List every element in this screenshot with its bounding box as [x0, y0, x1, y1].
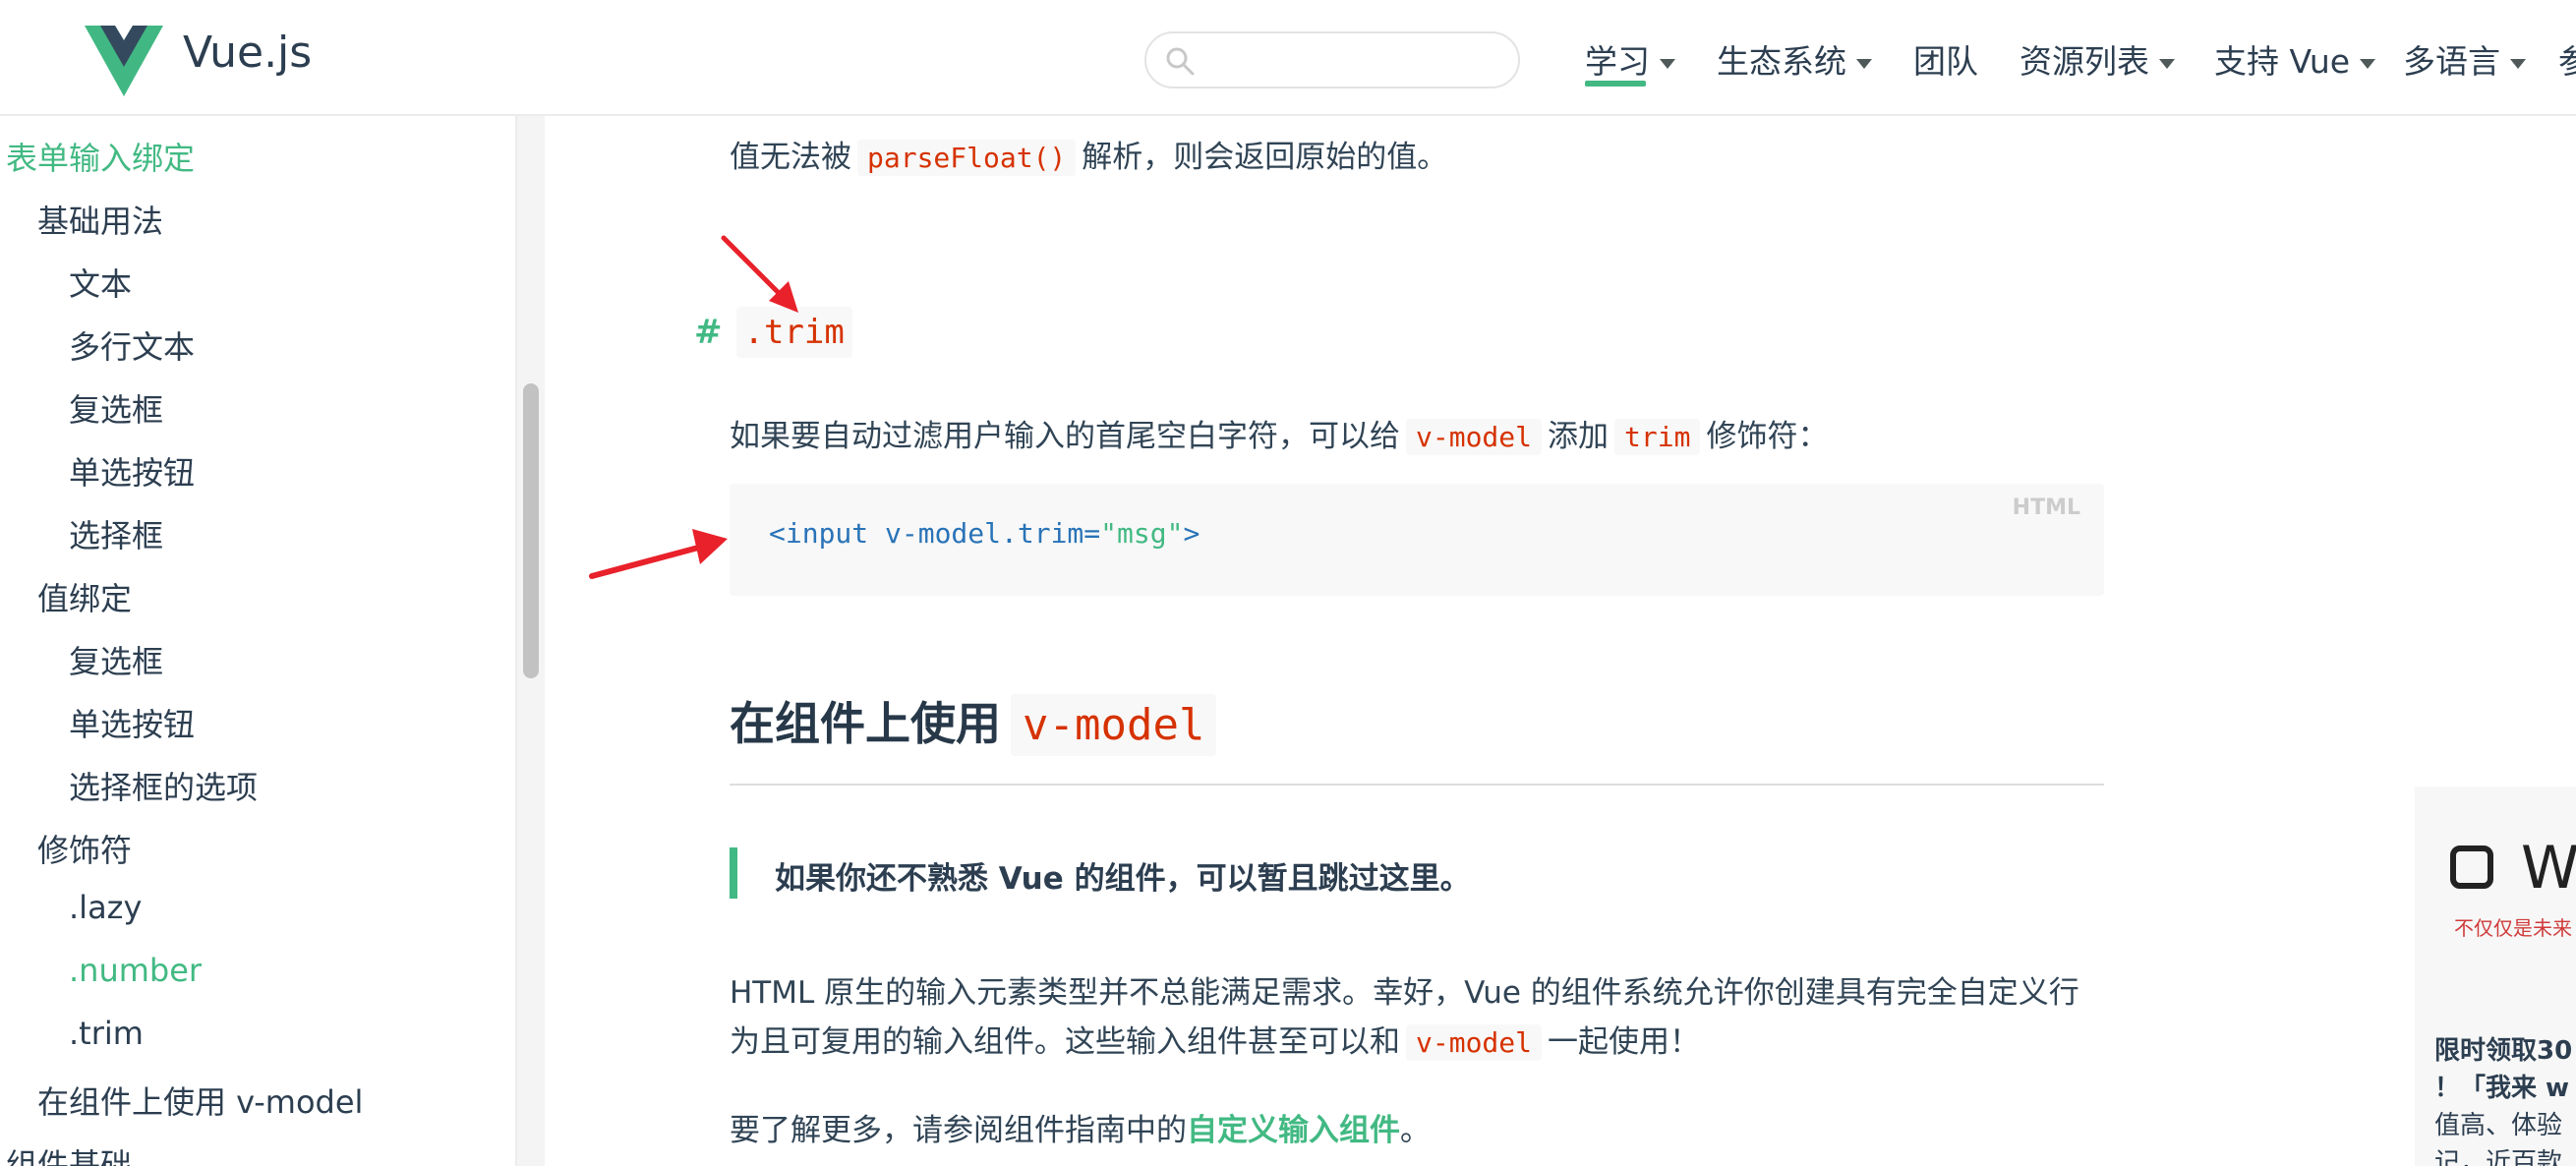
text: 如果要自动过滤用户输入的首尾空白字符，可以给 [730, 419, 1400, 454]
sidebar-item-select-options[interactable]: 选择框的选项 [69, 763, 258, 808]
sidebar-item-select[interactable]: 选择框 [69, 511, 163, 556]
annotation-arrow-icon [721, 235, 798, 313]
ad-logo-icon [2450, 845, 2493, 889]
nav-learn[interactable]: 学习 [1585, 35, 1675, 83]
vue-logo-icon[interactable] [85, 26, 163, 96]
paragraph-parsefloat: 值无法被 parseFloat() 解析，则会返回原始的值。 [730, 132, 1447, 176]
inline-code: v-model [1406, 1024, 1543, 1061]
paragraph-components-line1: HTML 原生的输入元素类型并不总能满足需求。幸好，Vue 的组件系统允许你创建… [730, 975, 2079, 1011]
sidebar-item-value-bindings[interactable]: 值绑定 [37, 574, 132, 619]
sidebar-item-value-radio[interactable]: 单选按钮 [69, 700, 195, 745]
sidebar-item-lazy[interactable]: .lazy [69, 889, 142, 926]
sidebar-item-checkbox[interactable]: 复选框 [69, 385, 163, 431]
sidebar-item-components-basics[interactable]: 组件基础 [6, 1140, 132, 1166]
paragraph-trim-description: 如果要自动过滤用户输入的首尾空白字符，可以给 v-model 添加 trim 修饰符： [730, 411, 1828, 455]
code-line: <input v-model.trim="msg"> [769, 517, 1200, 550]
tip-callout: 如果你还不熟悉 Vue 的组件，可以暂且跳过这里。 [730, 847, 2104, 899]
annotation-arrow-icon [589, 529, 728, 579]
sidebar-item-value-checkbox[interactable]: 复选框 [69, 637, 163, 682]
text: 修饰符： [1706, 419, 1829, 454]
ad-brand: W [2521, 834, 2576, 903]
tip-text: 如果你还不熟悉 Vue 的组件，可以暂且跳过这里。 [775, 861, 1471, 897]
sidebar-item-form-input-bindings[interactable]: 表单输入绑定 [6, 134, 195, 179]
sidebar-item-basic-usage[interactable]: 基础用法 [37, 197, 163, 242]
inline-code: parseFloat() [857, 140, 1077, 176]
text: 添加 [1548, 419, 1610, 454]
nav-more-label: 参 [2558, 42, 2576, 81]
caret-down-icon [2159, 58, 2175, 69]
code-token: "msg" [1100, 517, 1184, 550]
ad-text-line: ！「我来 w [2434, 1074, 2570, 1103]
sidebar-item-multiline-text[interactable]: 多行文本 [69, 322, 195, 368]
nav-support-vue-label: 支持 Vue [2214, 42, 2351, 81]
sidebar: 表单输入绑定 基础用法 文本 多行文本 复选框 单选按钮 选择框 值绑定 复选框… [0, 116, 517, 1166]
nav-resources[interactable]: 资源列表 [2020, 35, 2175, 83]
heading-divider [730, 784, 2104, 786]
brand-name[interactable]: Vue.js [183, 28, 312, 78]
text: 解析，则会返回原始的值。 [1082, 140, 1448, 175]
sidebar-item-number[interactable]: .number [69, 952, 202, 989]
ad-text-line: 记，近百款 [2434, 1148, 2563, 1166]
inline-code: v-model [1406, 419, 1543, 455]
nav-support-vue[interactable]: 支持 Vue [2214, 35, 2376, 83]
nav-languages-label: 多语言 [2403, 42, 2500, 81]
heading-text: 在组件上使用 [730, 697, 1001, 750]
caret-down-icon [1856, 58, 1872, 69]
text: 值无法被 [730, 140, 851, 175]
ad-tagline: 不仅仅是未来 [2454, 916, 2572, 940]
heading-anchor-link[interactable]: # [694, 313, 723, 352]
nav-ecosystem-label: 生态系统 [1717, 42, 1846, 81]
search-icon [1166, 47, 1195, 76]
nav-languages[interactable]: 多语言 [2403, 35, 2526, 83]
text: 一起使用！ [1548, 1024, 1701, 1060]
ad-text-line: 值高、体验 [2434, 1111, 2563, 1140]
sidebar-item-text[interactable]: 文本 [69, 260, 132, 305]
text: 为且可复用的输入组件。这些输入组件甚至可以和 [730, 1024, 1400, 1060]
text: 。 [1400, 1113, 1431, 1148]
code-token: > [1183, 517, 1200, 550]
sidebar-item-radio[interactable]: 单选按钮 [69, 448, 195, 494]
top-header: Vue.js 学习 生态系统 团队 资源列表 支持 Vue 多语言 参 [0, 0, 2576, 116]
code-block: HTML <input v-model.trim="msg"> [730, 484, 2104, 596]
search-box[interactable] [1144, 31, 1520, 88]
paragraph-learn-more: 要了解更多，请参阅组件指南中的自定义输入组件。 [730, 1105, 1431, 1149]
nav-resources-label: 资源列表 [2020, 42, 2149, 81]
heading-code: v-model [1011, 694, 1217, 756]
nav-active-indicator [1585, 81, 1646, 87]
inline-code: trim [1614, 419, 1701, 455]
nav-more[interactable]: 参 [2558, 35, 2576, 83]
caret-down-icon [2510, 58, 2526, 69]
sponsor-ad[interactable]: W 不仅仅是未来 限时领取30 ！「我来 w 值高、体验 记，近百款 [2415, 787, 2576, 1166]
code-language-label: HTML [2012, 496, 2080, 520]
section-heading: 在组件上使用 v-model [730, 688, 1217, 756]
text: 要了解更多，请参阅组件指南中的 [730, 1113, 1187, 1148]
tip-accent-bar [730, 847, 737, 899]
sidebar-item-trim[interactable]: .trim [69, 1015, 144, 1052]
caret-down-icon [1660, 58, 1675, 69]
nav-team[interactable]: 团队 [1913, 35, 1978, 83]
nav-team-label: 团队 [1913, 42, 1978, 81]
custom-input-components-link[interactable]: 自定义输入组件 [1187, 1113, 1400, 1148]
code-token: <input v-model.trim= [769, 517, 1101, 550]
paragraph-components-line2: 为且可复用的输入组件。这些输入组件甚至可以和 v-model 一起使用！ [730, 1017, 1700, 1061]
nav-ecosystem[interactable]: 生态系统 [1717, 35, 1872, 83]
ad-text-line: 限时领取30 [2434, 1036, 2573, 1066]
nav-learn-label: 学习 [1585, 42, 1650, 81]
search-input[interactable] [1205, 41, 1504, 83]
sidebar-item-modifiers[interactable]: 修饰符 [37, 826, 132, 871]
caret-down-icon [2360, 58, 2376, 69]
sidebar-item-v-model-on-components[interactable]: 在组件上使用 v-model [37, 1078, 363, 1123]
trim-heading: # .trim [694, 307, 852, 358]
sidebar-scrollbar-thumb[interactable] [523, 383, 539, 678]
